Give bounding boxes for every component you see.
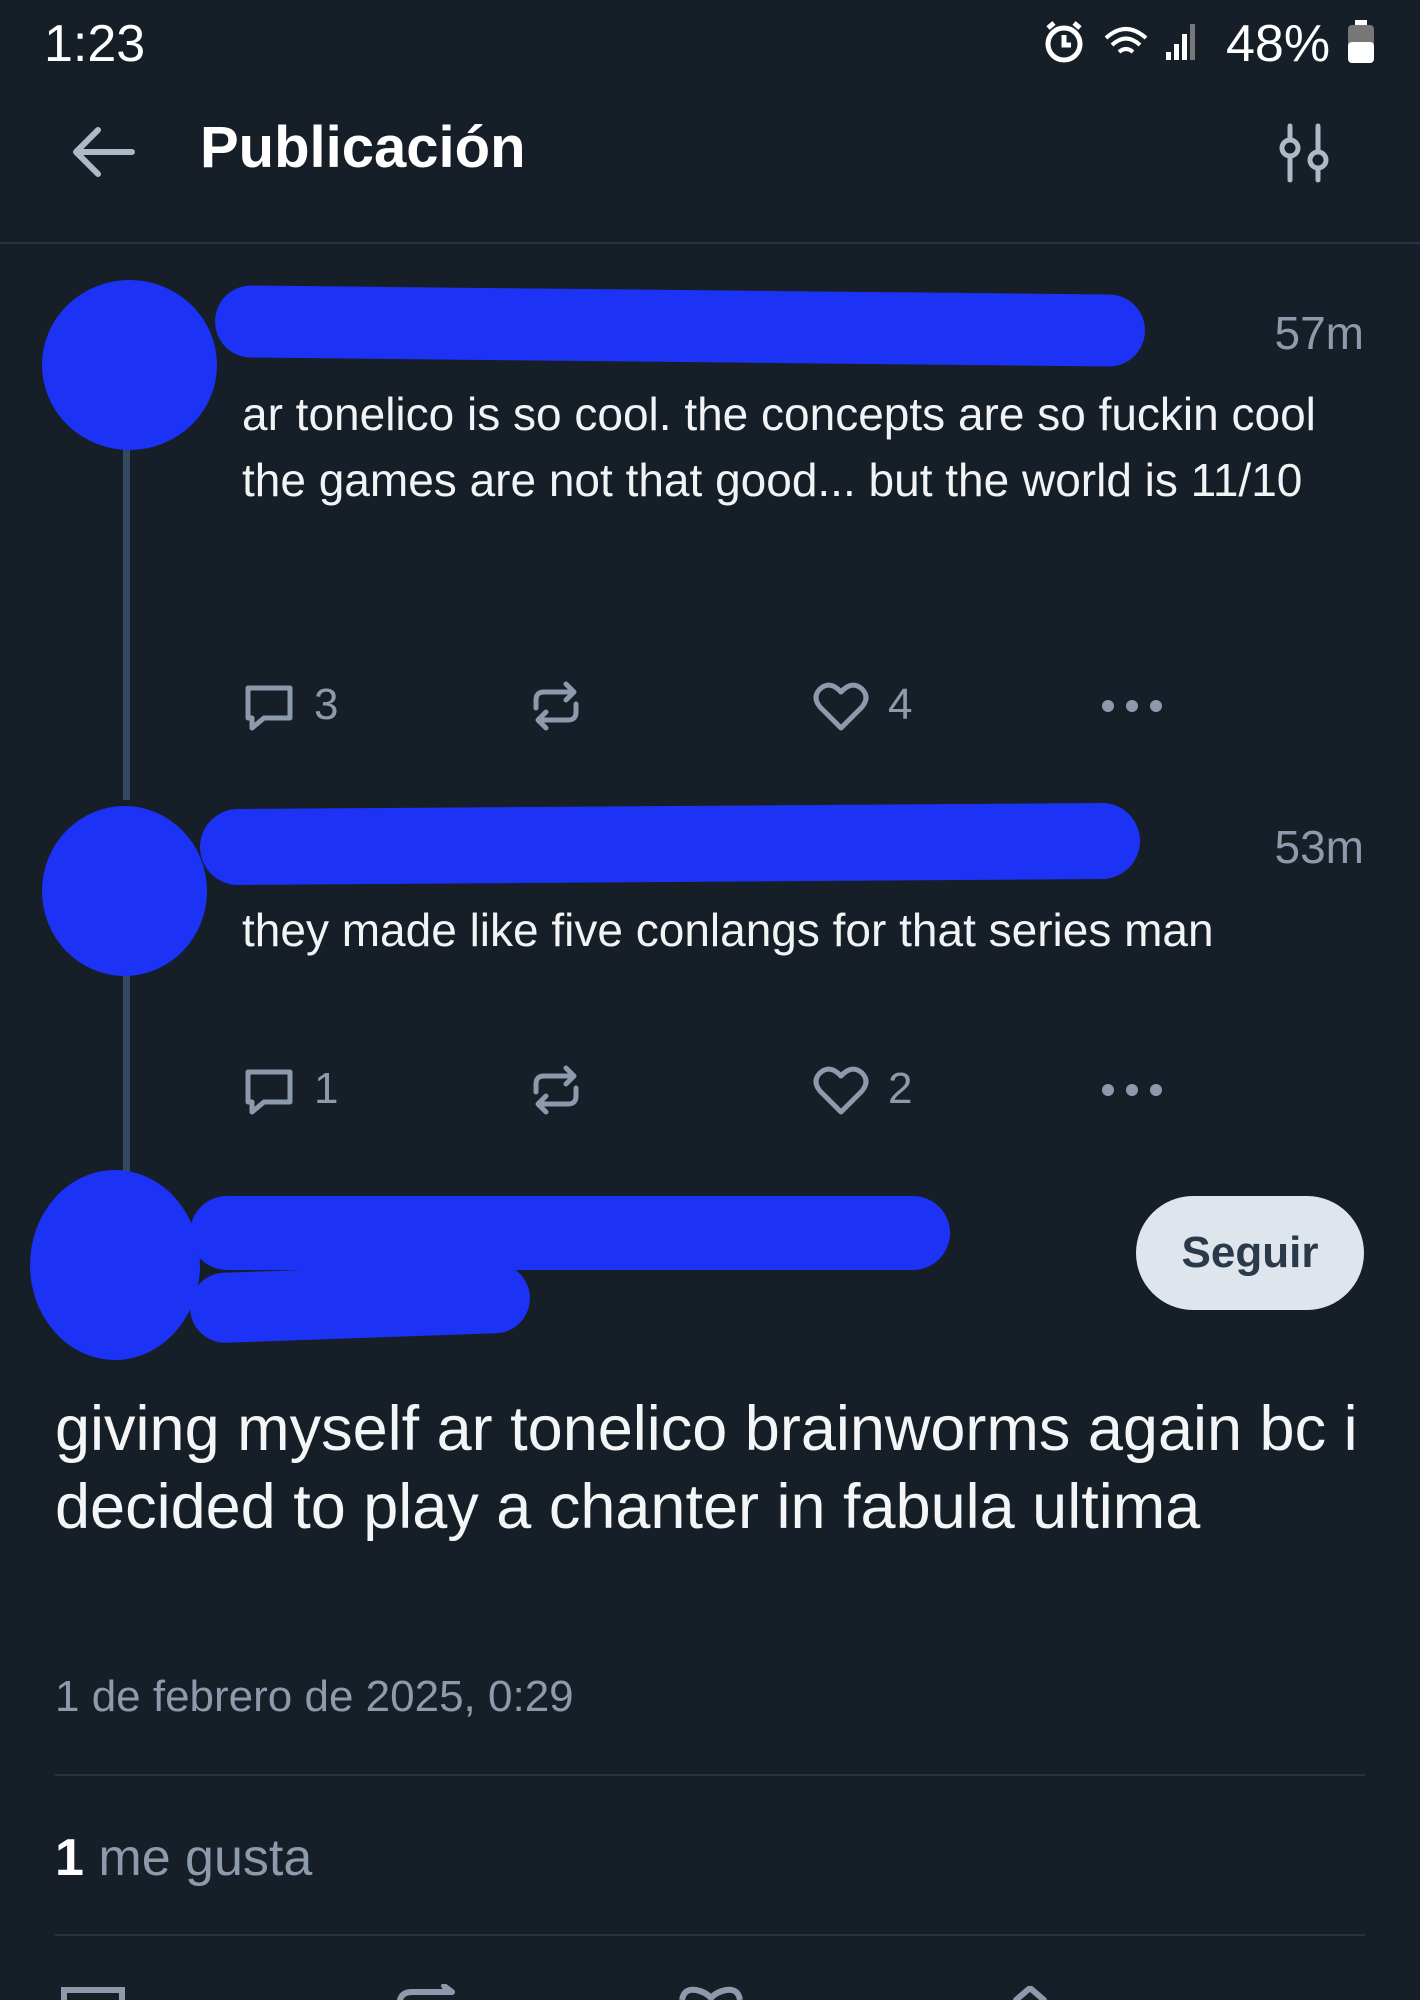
reply-icon[interactable] bbox=[60, 1986, 130, 2000]
author-name-redacted[interactable] bbox=[199, 802, 1141, 886]
likes-count: 1 bbox=[55, 1829, 84, 1887]
back-arrow-icon[interactable] bbox=[70, 124, 136, 180]
page-title: Publicación bbox=[200, 115, 526, 180]
avatar-redacted[interactable] bbox=[42, 806, 207, 976]
follow-button[interactable]: Seguir bbox=[1136, 1196, 1364, 1310]
avatar-redacted[interactable] bbox=[42, 280, 217, 450]
status-time: 1:23 bbox=[44, 15, 146, 73]
like-heart-icon[interactable] bbox=[812, 1064, 870, 1118]
reply-text: ar tonelico is so cool. the concepts are… bbox=[242, 388, 1316, 506]
reply-timestamp: 53m bbox=[1274, 821, 1364, 873]
repost-icon[interactable] bbox=[528, 678, 584, 734]
battery-percentage: 48% bbox=[1226, 15, 1331, 73]
reply-timestamp: 57m bbox=[1274, 307, 1364, 359]
avatar-redacted[interactable] bbox=[30, 1170, 200, 1360]
thread-settings-icon[interactable] bbox=[1276, 120, 1336, 186]
post-date: 1 de febrero de 2025, 0:29 bbox=[55, 1672, 574, 1721]
battery-icon bbox=[1348, 20, 1374, 63]
wifi-icon bbox=[1104, 27, 1148, 54]
repost-icon[interactable] bbox=[396, 1984, 466, 2000]
divider bbox=[55, 1774, 1365, 1776]
more-options-icon[interactable] bbox=[1100, 1080, 1164, 1100]
post-text: giving myself ar tonelico brainworms aga… bbox=[55, 1394, 1358, 1542]
reply-icon[interactable] bbox=[242, 682, 296, 734]
reply-count: 1 bbox=[314, 1064, 339, 1113]
more-options-icon[interactable] bbox=[1100, 696, 1164, 716]
like-count: 4 bbox=[888, 680, 913, 729]
divider bbox=[55, 1934, 1365, 1936]
like-count: 2 bbox=[888, 1064, 913, 1113]
reply-text: they made like five conlangs for that se… bbox=[242, 904, 1214, 956]
reply-icon[interactable] bbox=[242, 1066, 296, 1118]
likes-summary[interactable]: 1 me gusta bbox=[55, 1828, 312, 1888]
repost-icon[interactable] bbox=[528, 1062, 584, 1118]
like-heart-icon[interactable] bbox=[812, 680, 870, 734]
like-heart-icon[interactable] bbox=[676, 1986, 746, 2000]
author-name-redacted[interactable] bbox=[214, 285, 1146, 367]
likes-label: me gusta bbox=[98, 1829, 313, 1887]
author-handle-redacted[interactable] bbox=[188, 1262, 532, 1344]
signal-icon bbox=[1166, 24, 1195, 60]
reply-count: 3 bbox=[314, 680, 339, 729]
share-icon[interactable] bbox=[1008, 1986, 1052, 2000]
author-name-redacted[interactable] bbox=[190, 1196, 950, 1270]
status-icons bbox=[1045, 21, 1195, 63]
thread-line bbox=[123, 960, 130, 1190]
thread-line bbox=[123, 440, 130, 800]
alarm-icon bbox=[1045, 21, 1083, 63]
